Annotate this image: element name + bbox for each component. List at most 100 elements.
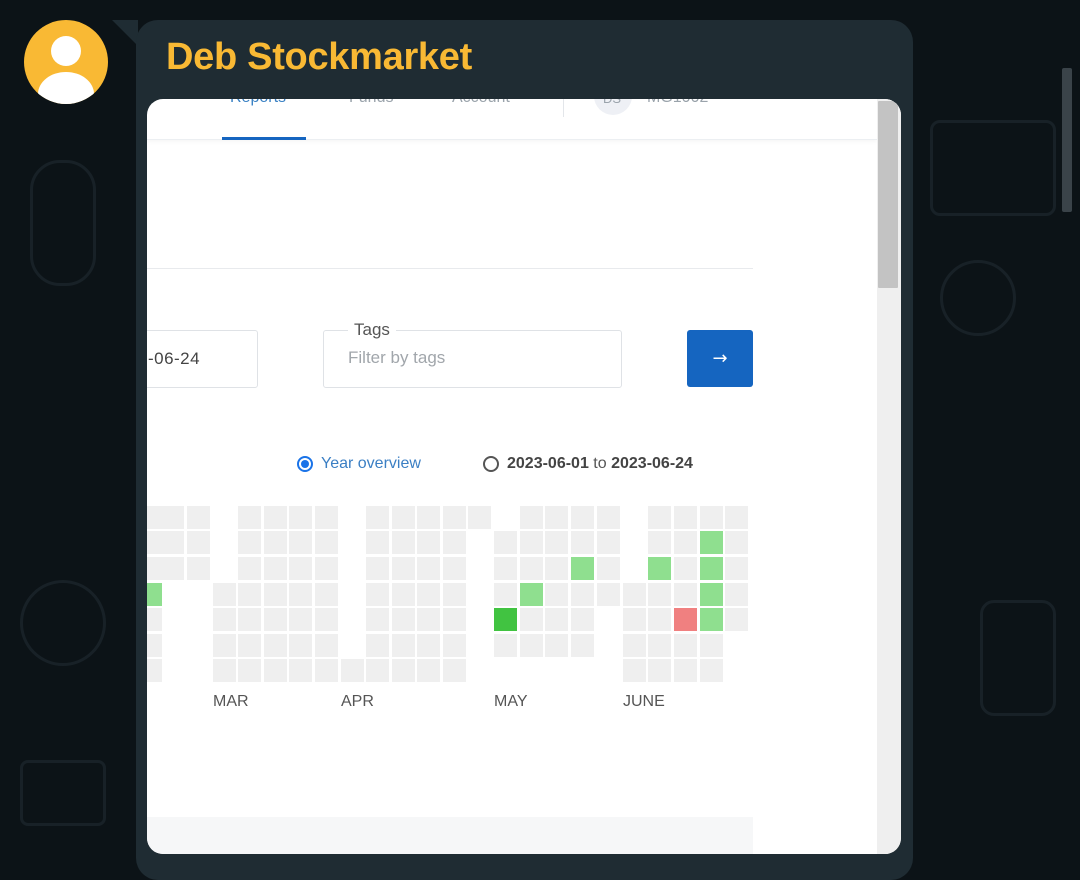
heatmap-day-cell[interactable]: [623, 659, 646, 682]
heatmap-day-cell[interactable]: [674, 531, 697, 554]
heatmap-day-cell[interactable]: [392, 583, 415, 606]
heatmap-day-cell[interactable]: [213, 608, 236, 631]
heatmap-day-cell[interactable]: [147, 608, 162, 631]
heatmap-day-cell[interactable]: [545, 531, 568, 554]
heatmap-day-cell[interactable]: [494, 583, 517, 606]
heatmap-day-cell[interactable]: [494, 557, 517, 580]
heatmap-day-cell[interactable]: [571, 583, 594, 606]
heatmap-day-cell[interactable]: [417, 583, 440, 606]
heatmap-day-cell[interactable]: [264, 531, 287, 554]
heatmap-day-cell[interactable]: [315, 583, 338, 606]
heatmap-day-cell[interactable]: [417, 557, 440, 580]
heatmap-day-cell[interactable]: [597, 583, 620, 606]
heatmap-day-cell[interactable]: [366, 557, 389, 580]
heatmap-day-cell[interactable]: [289, 583, 312, 606]
heatmap-day-cell[interactable]: [213, 659, 236, 682]
heatmap-day-cell[interactable]: [597, 557, 620, 580]
heatmap-day-cell[interactable]: [147, 506, 162, 529]
heatmap-day-cell[interactable]: [213, 583, 236, 606]
heatmap-day-cell[interactable]: [366, 531, 389, 554]
heatmap-day-cell[interactable]: [648, 659, 671, 682]
heatmap-day-cell[interactable]: [725, 608, 748, 631]
heatmap-day-cell[interactable]: [238, 531, 261, 554]
heatmap-day-cell[interactable]: [417, 634, 440, 657]
heatmap-day-cell[interactable]: [443, 634, 466, 657]
heatmap-day-cell[interactable]: [725, 583, 748, 606]
heatmap-day-cell[interactable]: [392, 506, 415, 529]
heatmap-day-cell[interactable]: [674, 634, 697, 657]
heatmap-day-cell[interactable]: [700, 557, 723, 580]
heatmap-day-cell[interactable]: [648, 531, 671, 554]
heatmap-day-cell[interactable]: [392, 634, 415, 657]
heatmap-day-cell[interactable]: [520, 583, 543, 606]
heatmap-day-cell[interactable]: [494, 608, 517, 631]
heatmap-day-cell[interactable]: [545, 634, 568, 657]
heatmap-day-cell[interactable]: [443, 583, 466, 606]
heatmap-day-cell[interactable]: [648, 583, 671, 606]
heatmap-day-cell[interactable]: [238, 608, 261, 631]
heatmap-day-cell[interactable]: [674, 608, 697, 631]
heatmap-day-cell[interactable]: [315, 659, 338, 682]
screenshot-scrollbar[interactable]: [877, 99, 901, 854]
heatmap-day-cell[interactable]: [571, 634, 594, 657]
heatmap-day-cell[interactable]: [700, 583, 723, 606]
heatmap-day-cell[interactable]: [417, 608, 440, 631]
heatmap-day-cell[interactable]: [648, 506, 671, 529]
heatmap-day-cell[interactable]: [147, 531, 162, 554]
heatmap-day-cell[interactable]: [597, 531, 620, 554]
sender-name[interactable]: Deb Stockmarket: [166, 36, 472, 79]
heatmap-day-cell[interactable]: [700, 506, 723, 529]
heatmap-day-cell[interactable]: [161, 506, 184, 529]
heatmap-day-cell[interactable]: [700, 608, 723, 631]
heatmap-day-cell[interactable]: [494, 634, 517, 657]
heatmap-day-cell[interactable]: [674, 659, 697, 682]
heatmap-day-cell[interactable]: [238, 506, 261, 529]
heatmap-day-cell[interactable]: [187, 531, 210, 554]
heatmap-day-cell[interactable]: [417, 659, 440, 682]
heatmap-day-cell[interactable]: [443, 608, 466, 631]
heatmap-day-cell[interactable]: [417, 531, 440, 554]
heatmap-day-cell[interactable]: [674, 557, 697, 580]
heatmap-day-cell[interactable]: [725, 531, 748, 554]
heatmap-day-cell[interactable]: [392, 531, 415, 554]
heatmap-day-cell[interactable]: [443, 659, 466, 682]
heatmap-day-cell[interactable]: [725, 557, 748, 580]
heatmap-day-cell[interactable]: [571, 506, 594, 529]
heatmap-day-cell[interactable]: [700, 634, 723, 657]
heatmap-day-cell[interactable]: [725, 506, 748, 529]
heatmap-day-cell[interactable]: [623, 608, 646, 631]
heatmap-day-cell[interactable]: [571, 557, 594, 580]
heatmap-day-cell[interactable]: [264, 557, 287, 580]
heatmap-day-cell[interactable]: [147, 659, 162, 682]
heatmap-day-cell[interactable]: [520, 506, 543, 529]
scrollbar-thumb[interactable]: [878, 101, 898, 288]
heatmap-day-cell[interactable]: [147, 634, 162, 657]
heatmap-day-cell[interactable]: [238, 659, 261, 682]
heatmap-day-cell[interactable]: [264, 583, 287, 606]
heatmap-day-cell[interactable]: [674, 583, 697, 606]
heatmap-day-cell[interactable]: [238, 557, 261, 580]
heatmap-day-cell[interactable]: [443, 557, 466, 580]
heatmap-day-cell[interactable]: [289, 557, 312, 580]
heatmap-day-cell[interactable]: [315, 557, 338, 580]
heatmap-day-cell[interactable]: [392, 608, 415, 631]
heatmap-day-cell[interactable]: [161, 557, 184, 580]
heatmap-day-cell[interactable]: [315, 608, 338, 631]
shared-screenshot[interactable]: e Reports Funds Account DS MG1002 3-06-2…: [147, 99, 901, 854]
heatmap-day-cell[interactable]: [366, 583, 389, 606]
heatmap-day-cell[interactable]: [315, 506, 338, 529]
sender-avatar[interactable]: [24, 20, 108, 104]
heatmap-day-cell[interactable]: [238, 583, 261, 606]
heatmap-day-cell[interactable]: [520, 608, 543, 631]
heatmap-day-cell[interactable]: [545, 557, 568, 580]
heatmap-day-cell[interactable]: [468, 506, 491, 529]
heatmap-day-cell[interactable]: [648, 634, 671, 657]
heatmap-day-cell[interactable]: [187, 506, 210, 529]
heatmap-day-cell[interactable]: [443, 531, 466, 554]
heatmap-day-cell[interactable]: [571, 531, 594, 554]
heatmap-day-cell[interactable]: [238, 634, 261, 657]
heatmap-day-cell[interactable]: [289, 531, 312, 554]
heatmap-day-cell[interactable]: [700, 531, 723, 554]
heatmap-day-cell[interactable]: [213, 634, 236, 657]
heatmap-day-cell[interactable]: [289, 634, 312, 657]
